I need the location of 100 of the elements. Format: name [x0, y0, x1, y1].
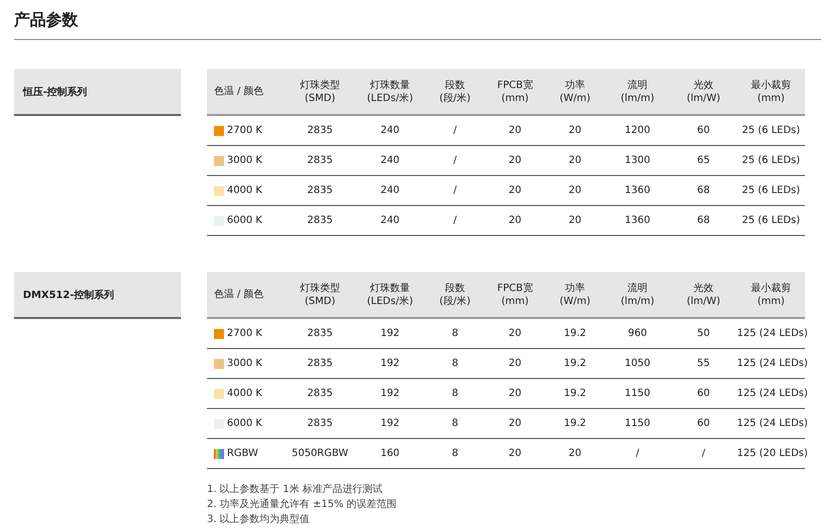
table-cell: 4000 K [227, 388, 262, 399]
column-unit: (W/m) [560, 92, 590, 104]
table-cell: 240 [380, 155, 400, 166]
column-unit: (lm/m) [620, 92, 654, 104]
table-cell: 20 [568, 215, 582, 226]
table-cell: 125 (24 LEDs) [737, 328, 808, 339]
table-cell: 20 [508, 418, 522, 429]
table-cell: 4000 K [227, 185, 262, 196]
table-cell: 25 (6 LEDs) [742, 155, 800, 166]
table-cell: 1150 [624, 388, 650, 399]
table-cell: 65 [697, 155, 710, 166]
table-cell: 125 (24 LEDs) [737, 418, 808, 429]
table-cell: 8 [452, 448, 458, 459]
table-cell: 240 [380, 215, 400, 226]
table-cell: 1360 [624, 215, 650, 226]
table-cell: 240 [380, 185, 400, 196]
table-cell: 20 [568, 185, 582, 196]
table-cell: 1050 [624, 358, 650, 369]
table-cell: / [453, 215, 457, 226]
column-title: 灯珠类型 [300, 78, 340, 92]
column-unit: (段/米) [439, 294, 471, 308]
column-unit: (lm/W) [686, 294, 720, 308]
column-title: 光效 [694, 78, 714, 92]
column-title: 色温 / 颜色 [214, 85, 264, 98]
table-cell: 1150 [624, 418, 650, 429]
table-cell: 2835 [307, 155, 333, 166]
table-cell: 60 [697, 125, 710, 136]
column-title: 最小裁剪 [751, 78, 791, 92]
column-unit: (SMD) [304, 294, 336, 308]
table-cell: 2835 [307, 215, 333, 226]
table-cell: 2835 [307, 185, 333, 196]
column-title: 段数 [445, 282, 465, 294]
column-unit: (LEDs/米) [367, 294, 413, 308]
column-unit: (lm/W) [686, 92, 720, 104]
table-cell: 192 [380, 328, 400, 339]
column-unit: (SMD) [304, 92, 336, 104]
table-cell: 2835 [307, 388, 333, 399]
footnote: 2. 功率及光通量允许有 ±15% 的误差范围 [207, 498, 398, 512]
column-title: 灯珠数量 [370, 78, 410, 92]
table-cell: 2835 [307, 125, 333, 136]
table-cell: 960 [628, 328, 648, 339]
column-unit: (W/m) [560, 294, 590, 308]
column-title: 光效 [694, 282, 714, 294]
table-cell: 5050RGBW [292, 448, 348, 459]
table-cell: 60 [697, 418, 710, 429]
table-cell: 192 [380, 418, 400, 429]
table-cell: 2700 K [227, 125, 262, 136]
column-title: 灯珠数量 [370, 282, 410, 294]
table-cell: 20 [568, 448, 582, 459]
table-cell: 8 [452, 388, 458, 399]
table-cell: 192 [380, 388, 400, 399]
table-cell: 125 (20 LEDs) [737, 448, 808, 459]
table-cell: 192 [380, 358, 400, 369]
table-cell: 19.2 [564, 358, 586, 369]
column-unit: (mm) [757, 92, 785, 104]
table-cell: 125 (24 LEDs) [737, 358, 808, 369]
table-cell: 20 [568, 155, 582, 166]
table-cell: 125 (24 LEDs) [737, 388, 808, 399]
table-cell: 60 [697, 388, 710, 399]
column-title: 灯珠类型 [300, 282, 340, 294]
table-cell: / [702, 448, 706, 459]
table-cell: / [453, 185, 457, 196]
table-cell: / [636, 448, 640, 459]
table-cell: / [453, 125, 457, 136]
column-unit: (mm) [501, 92, 529, 104]
table-cell: 8 [452, 418, 458, 429]
table-cell: 3000 K [227, 358, 262, 369]
table-cell: 68 [697, 185, 710, 196]
column-title: 流明 [628, 78, 648, 92]
column-title: 段数 [445, 78, 465, 92]
spectrum-icon [214, 448, 224, 458]
table-cell: 68 [697, 215, 710, 226]
column-title: 功率 [565, 282, 585, 294]
table-cell: 6000 K [227, 215, 262, 226]
table-cell: 240 [380, 125, 400, 136]
table-cell: 20 [508, 448, 522, 459]
table-cell: 8 [452, 358, 458, 369]
table-cell: 19.2 [564, 328, 586, 339]
table-cell: 19.2 [564, 418, 586, 429]
table-cell: 2700 K [227, 328, 262, 339]
table-cell: 55 [697, 358, 710, 369]
table-cell: 1300 [624, 155, 650, 166]
column-unit: (mm) [757, 294, 785, 308]
column-title: 流明 [628, 282, 648, 294]
column-unit: (段/米) [439, 92, 471, 104]
table-cell: 25 (6 LEDs) [742, 215, 800, 226]
table-cell: RGBW [227, 448, 258, 459]
column-title: 色温 / 颜色 [214, 288, 264, 301]
table-cell: 20 [568, 125, 582, 136]
footnote: 3. 以上参数均为典型值 [207, 512, 311, 527]
footnote: 1. 以上参数基于 1米 标准产品进行测试 [207, 482, 384, 497]
table-cell: 1200 [624, 125, 650, 136]
table-cell: 20 [508, 185, 522, 196]
table-cell: 25 (6 LEDs) [742, 185, 800, 196]
table-cell: 19.2 [564, 388, 586, 399]
table-cell: 8 [452, 328, 458, 339]
table-cell: 2835 [307, 328, 333, 339]
column-title: 功率 [565, 78, 585, 92]
table-cell: 3000 K [227, 155, 262, 166]
page-title: 产品参数 [14, 10, 821, 40]
